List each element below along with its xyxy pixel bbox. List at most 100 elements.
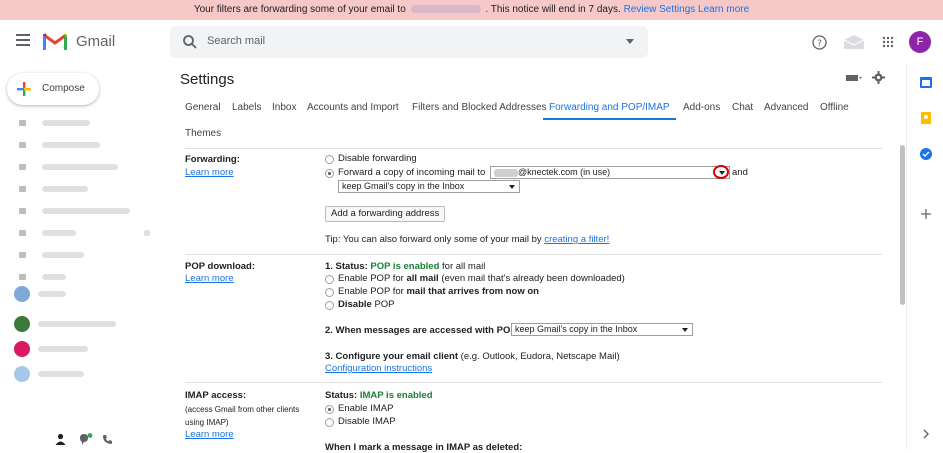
expand-panel-chevron-right-icon[interactable]: [920, 428, 932, 440]
pop-all-mail-radio[interactable]: [325, 275, 334, 284]
search-bar[interactable]: Search mail: [170, 26, 648, 58]
blurred-label: [42, 142, 100, 148]
keep-icon[interactable]: [920, 112, 932, 124]
settings-panel: Settings General Labels Inbox Accounts a…: [170, 64, 900, 453]
left-navigation: [0, 112, 160, 288]
tab-advanced[interactable]: Advanced: [764, 98, 808, 120]
imap-status: Status: IMAP is enabled: [325, 390, 433, 401]
highlight-circle: [713, 165, 729, 179]
help-icon[interactable]: ?: [812, 35, 827, 50]
search-icon[interactable]: [182, 34, 198, 50]
nav-item[interactable]: [0, 222, 160, 244]
compose-button[interactable]: Compose: [7, 73, 99, 105]
pop-from-now-radio[interactable]: [325, 288, 334, 297]
nav-item[interactable]: [0, 200, 160, 222]
person-icon[interactable]: [55, 433, 66, 445]
filter-notice-bar: Your filters are forwarding some of your…: [0, 0, 943, 20]
hangouts-icon[interactable]: [79, 433, 93, 446]
tab-inbox[interactable]: Inbox: [272, 98, 296, 120]
imap-access-label: IMAP access:: [185, 390, 247, 401]
tab-add-ons[interactable]: Add-ons: [683, 98, 720, 120]
label-icon: [19, 252, 26, 258]
label-icon: [19, 120, 26, 126]
pop-status-value: POP is enabled: [370, 261, 440, 272]
imap-deleted-label: When I mark a message in IMAP as deleted…: [325, 442, 523, 453]
tab-forwarding-and-pop-imap[interactable]: Forwarding and POP/IMAP: [543, 98, 676, 120]
chevron-down-icon: [509, 185, 515, 189]
forwarding-address-select[interactable]: @knectek.com (in use): [490, 166, 730, 179]
label-icon: [19, 208, 26, 214]
blurred-contact-name: [38, 371, 84, 377]
tip-prefix: Tip: You can also forward only some of y…: [325, 234, 542, 245]
keep-copy-select[interactable]: keep Gmail's copy in the Inbox: [338, 180, 520, 193]
notification-tray-icon[interactable]: [842, 34, 866, 50]
and-label: and: [732, 167, 748, 178]
settings-scrollbar[interactable]: [900, 145, 905, 305]
pop-download-label: POP download:: [185, 261, 256, 272]
review-settings-link[interactable]: Review Settings: [624, 4, 696, 15]
nav-item[interactable]: [0, 156, 160, 178]
enable-imap-radio[interactable]: [325, 405, 334, 414]
forwarding-label: Forwarding:: [185, 154, 240, 165]
label-icon: [19, 230, 26, 236]
blurred-contact-name: [38, 321, 116, 327]
google-apps-icon[interactable]: [882, 36, 894, 48]
pop-status-suffix: for all mail: [442, 261, 486, 272]
gmail-logo-icon[interactable]: [42, 31, 68, 51]
search-input[interactable]: Search mail: [207, 35, 265, 47]
disable-forwarding-label: Disable forwarding: [338, 153, 417, 164]
disable-imap-radio[interactable]: [325, 418, 334, 427]
blurred-label: [42, 274, 66, 280]
create-filter-link[interactable]: creating a filter!: [544, 234, 609, 245]
nav-item[interactable]: [0, 266, 160, 288]
blurred-label: [42, 252, 84, 258]
label-icon: [19, 274, 26, 280]
search-options-chevron-down-icon[interactable]: [626, 39, 634, 44]
pop-learn-more-link[interactable]: Learn more: [185, 273, 234, 284]
forward-copy-radio[interactable]: [325, 169, 334, 178]
account-avatar[interactable]: F: [909, 31, 931, 53]
tab-offline[interactable]: Offline: [820, 98, 849, 120]
tab-labels[interactable]: Labels: [232, 98, 261, 120]
nav-item[interactable]: [0, 244, 160, 266]
contact-avatar[interactable]: [14, 316, 30, 332]
add-addon-plus-icon[interactable]: [920, 208, 932, 220]
pop-opt1-suffix: (even mail that's already been downloade…: [441, 273, 625, 284]
blurred-contact-name: [38, 291, 66, 297]
tab-general[interactable]: General: [185, 98, 221, 120]
section-divider: [185, 254, 882, 255]
disable-forwarding-radio[interactable]: [325, 155, 334, 164]
forwarding-learn-more-link[interactable]: Learn more: [185, 167, 234, 178]
nav-item[interactable]: [0, 134, 160, 156]
add-forwarding-address-button[interactable]: Add a forwarding address: [325, 206, 446, 222]
keyboard-shortcuts-icon[interactable]: [846, 73, 862, 83]
pop-disable-label: Disable POP: [338, 299, 395, 310]
contact-avatar[interactable]: [14, 286, 30, 302]
tab-accounts-and-import[interactable]: Accounts and Import: [307, 98, 399, 120]
tab-filters-and-blocked-addresses[interactable]: Filters and Blocked Addresses: [412, 98, 547, 120]
tab-themes[interactable]: Themes: [185, 124, 221, 146]
label-icon: [19, 186, 26, 192]
nav-item[interactable]: [0, 112, 160, 134]
pop-status-prefix: 1. Status:: [325, 261, 368, 272]
configuration-instructions-link[interactable]: Configuration instructions: [325, 363, 432, 374]
pop-disable-radio[interactable]: [325, 301, 334, 310]
phone-icon[interactable]: [102, 434, 113, 445]
pop-access-select[interactable]: keep Gmail's copy in the Inbox: [511, 323, 693, 336]
tasks-icon[interactable]: [920, 148, 932, 160]
app-name: Gmail: [76, 33, 116, 50]
calendar-icon[interactable]: [920, 76, 932, 88]
nav-item[interactable]: [0, 178, 160, 200]
section-divider: [185, 148, 882, 149]
pop-opt1-bold: all mail: [406, 273, 439, 284]
notice-learn-more-link[interactable]: Learn more: [698, 4, 749, 15]
main-menu-icon[interactable]: [16, 34, 30, 46]
imap-sub1: (access Gmail from other clients: [185, 405, 300, 414]
tab-chat[interactable]: Chat: [732, 98, 753, 120]
contact-avatar[interactable]: [14, 366, 30, 382]
contact-avatar[interactable]: [14, 341, 30, 357]
pop-status: 1. Status: POP is enabled for all mail: [325, 261, 485, 272]
imap-learn-more-link[interactable]: Learn more: [185, 429, 234, 440]
gear-icon[interactable]: [872, 71, 885, 84]
pop-access-value: keep Gmail's copy in the Inbox: [515, 324, 638, 334]
